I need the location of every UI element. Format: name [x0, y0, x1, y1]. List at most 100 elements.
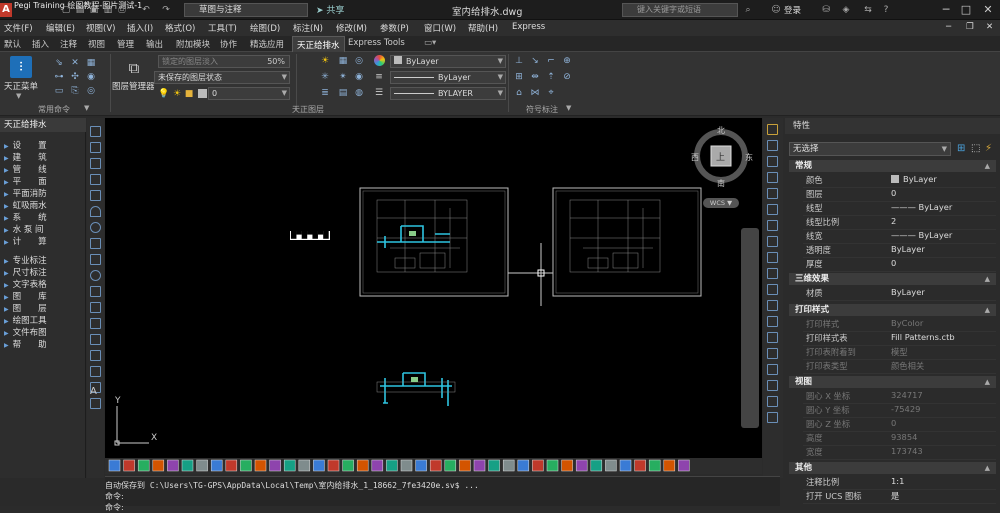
menu-insert[interactable]: 插入(I) — [127, 22, 153, 34]
redo-icon[interactable]: ↷ — [160, 4, 172, 16]
bottom-tool-icon[interactable] — [429, 459, 442, 472]
side-menu-file-layout[interactable]: ▶ 文件布图 — [4, 327, 47, 339]
prop-plot-table-type[interactable]: 打印表类型 颜色相关 — [803, 360, 996, 374]
section-icon[interactable]: ⊘ — [562, 72, 572, 82]
wcs-menu[interactable]: WCS ▼ — [703, 198, 739, 208]
symbol-icon[interactable]: ⌂ — [514, 88, 524, 98]
save-as-icon[interactable]: ▥ — [102, 4, 114, 16]
bottom-tool-icon[interactable] — [137, 459, 150, 472]
bottom-tool-icon[interactable] — [575, 459, 588, 472]
layer-grid-icon[interactable]: ▦ — [338, 56, 348, 66]
prop-plot-style-table[interactable]: 打印样式表 Fill Patterns.ctb — [803, 332, 996, 346]
prop-material[interactable]: 材质 ByLayer — [803, 287, 996, 301]
side-menu-help[interactable]: ▶ 帮 助 — [4, 339, 47, 351]
freeze-icon[interactable]: ☀ — [172, 89, 182, 99]
viewcube-south[interactable]: 南 — [717, 178, 725, 189]
grid-mark-icon[interactable]: ⊞ — [514, 72, 524, 82]
layer-fade-field[interactable]: 锁定的图层淡入 50% — [158, 55, 290, 68]
prop-plot-table-attached[interactable]: 打印表附着到 模型 — [803, 346, 996, 360]
tab-manage[interactable]: 管理 — [117, 38, 134, 50]
line-tool-icon[interactable] — [90, 126, 101, 137]
side-menu-building[interactable]: ▶ 建 筑 — [4, 152, 47, 164]
bottom-tool-icon[interactable] — [386, 459, 398, 472]
side-menu-fire-plan[interactable]: ▶ 平面消防 — [4, 188, 47, 200]
bottom-tool-icon[interactable] — [269, 459, 281, 472]
menu-dimension[interactable]: 标注(N) — [293, 22, 323, 34]
circle-icon[interactable]: ◎ — [86, 86, 96, 96]
lineweight-icon[interactable]: ☰ — [374, 88, 384, 98]
bottom-tool-icon[interactable] — [663, 459, 676, 472]
prop-linetype[interactable]: 线型 ——— ByLayer — [803, 202, 996, 216]
drawing-canvas[interactable]: █▀█▀█▀█ 北 南 东 西 上 WCS ▼ Y X — [105, 118, 762, 458]
viewcube-east[interactable]: 东 — [745, 152, 753, 163]
layer-icon[interactable]: ▭ — [54, 86, 64, 96]
layer-manager-label[interactable]: 图层管理器 — [112, 80, 155, 92]
tianzheng-menu-icon[interactable]: ⫶ — [10, 56, 32, 78]
table-tool-icon[interactable] — [90, 398, 101, 409]
tab-options-icon[interactable]: ▭▾ — [424, 38, 436, 48]
side-menu-pump-room[interactable]: ▶ 水 泵 间 — [4, 224, 44, 236]
bottom-tool-icon[interactable] — [678, 459, 690, 472]
spline-tool-icon[interactable] — [90, 254, 101, 265]
prop-center-y[interactable]: 圆心 Y 坐标 -75429 — [803, 404, 996, 418]
polygon-tool-icon[interactable] — [90, 174, 101, 185]
rectangle-tool-icon[interactable] — [90, 190, 101, 201]
bottom-tool-icon[interactable] — [619, 459, 632, 472]
bottom-tool-icon[interactable] — [313, 459, 325, 472]
draw-pipe-icon[interactable]: ⇘ — [54, 58, 64, 68]
tianzheng-menu-dropdown-icon[interactable]: ▼ — [16, 92, 21, 100]
prop-annotation-scale[interactable]: 注释比例 1:1 — [803, 476, 996, 490]
side-menu-settings[interactable]: ▶ 设 置 — [4, 140, 47, 152]
layer-state-select[interactable]: 未保存的图层状态 ▼ — [154, 71, 290, 84]
layer-target-icon[interactable]: ◉ — [354, 72, 364, 82]
point-tool-icon[interactable] — [90, 334, 101, 345]
bottom-tool-icon[interactable] — [473, 459, 486, 472]
tab-insert[interactable]: 插入 — [32, 38, 49, 50]
exchange-icon[interactable]: ⇆ — [862, 4, 874, 16]
insert-block-tool-icon[interactable] — [90, 302, 101, 313]
bottom-tool-icon[interactable] — [605, 459, 617, 472]
side-menu-library[interactable]: ▶ 图 库 — [4, 291, 47, 303]
side-menu-calculation[interactable]: ▶ 计 算 — [4, 236, 47, 248]
bottom-tool-icon[interactable] — [342, 459, 354, 472]
cart-icon[interactable]: ⛁ — [820, 4, 832, 16]
menu-draw[interactable]: 绘图(D) — [250, 22, 280, 34]
bottom-tool-icon[interactable] — [181, 459, 194, 472]
bottom-tool-icon[interactable] — [108, 459, 121, 472]
maximize-button[interactable]: □ — [956, 2, 976, 18]
bottom-tool-icon[interactable] — [590, 459, 603, 472]
bottom-tool-icon[interactable] — [240, 459, 252, 472]
bottom-tool-icon[interactable] — [283, 459, 296, 472]
prop-transparency[interactable]: 透明度 ByLayer — [803, 244, 996, 258]
help-icon[interactable]: ? — [880, 4, 892, 16]
annotation-expand-icon[interactable]: ▼ — [566, 104, 571, 112]
current-layer-select[interactable]: 0 ▼ — [208, 87, 290, 100]
text-tool-icon[interactable]: A — [90, 386, 97, 397]
doc-minimize-button[interactable]: ─ — [946, 22, 951, 32]
move-tool-icon[interactable] — [767, 204, 778, 215]
layer-iso-icon[interactable]: ▤ — [338, 88, 348, 98]
fillet-tool-icon[interactable] — [767, 348, 778, 359]
command-line[interactable]: 自动保存到 C:\Users\TG-GPS\AppData\Local\Temp… — [105, 476, 780, 512]
bottom-toolbar-icons[interactable] — [105, 458, 762, 474]
undo-icon[interactable]: ↶ — [140, 4, 152, 16]
bottom-tool-icon[interactable] — [356, 459, 369, 472]
section-plot-style[interactable]: 打印样式 ▲ — [789, 304, 996, 316]
trim-tool-icon[interactable] — [767, 268, 778, 279]
search-input[interactable]: 键入关键字或短语 — [622, 3, 738, 17]
tianzheng-menu-label[interactable]: 天正菜单 — [4, 80, 38, 92]
search-icon[interactable]: ⌕ — [742, 4, 754, 16]
side-menu-layers[interactable]: ▶ 图 层 — [4, 303, 47, 315]
bottom-tool-icon[interactable] — [225, 459, 238, 472]
bottom-tool-icon[interactable] — [546, 459, 559, 472]
user-icon[interactable]: ☺ — [770, 4, 782, 16]
ellipse-arc-tool-icon[interactable] — [90, 286, 101, 297]
command-input[interactable]: 命令: — [105, 502, 124, 513]
layer-manager-icon[interactable]: ⧉ — [124, 58, 144, 78]
bottom-tool-icon[interactable] — [210, 459, 223, 472]
elevation-icon[interactable]: ⊥ — [514, 56, 524, 66]
section-misc[interactable]: 其他 ▲ — [789, 462, 996, 474]
tab-view[interactable]: 视图 — [88, 38, 105, 50]
workspace-select[interactable]: 草图与注释 — [184, 3, 308, 17]
viewcube-north[interactable]: 北 — [717, 125, 725, 136]
